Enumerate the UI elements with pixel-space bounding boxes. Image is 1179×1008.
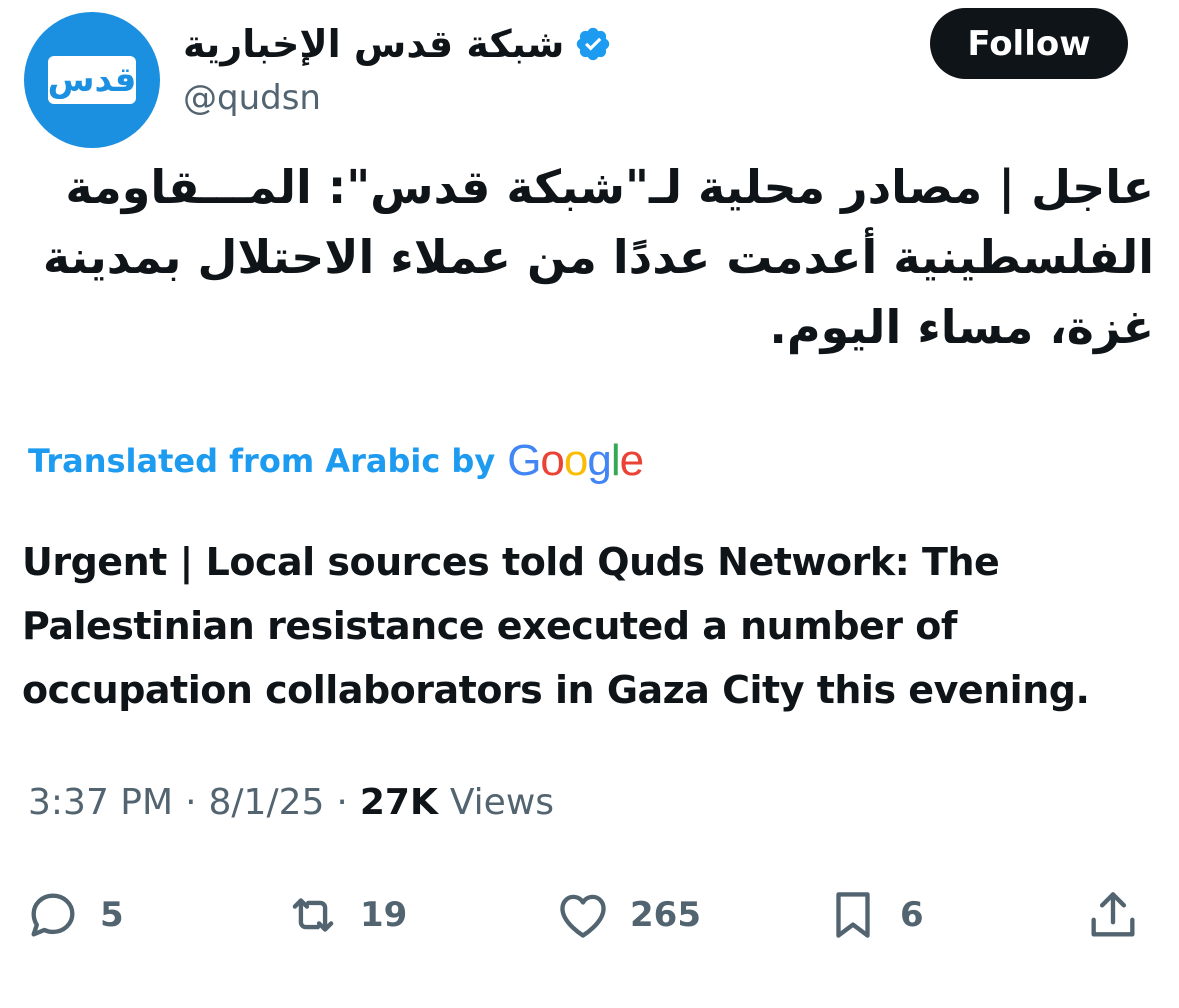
follow-button[interactable]: Follow <box>930 8 1128 79</box>
tweet-date[interactable]: 8/1/25 <box>209 782 325 823</box>
like-icon <box>560 894 606 938</box>
tweet-meta: 3:37 PM · 8/1/25 · 27K Views <box>28 782 554 823</box>
google-logo: Google <box>507 436 645 486</box>
like-button[interactable]: 265 <box>554 880 701 950</box>
google-letter-o1: o <box>540 436 565 485</box>
share-icon <box>1091 892 1135 937</box>
display-name-text[interactable]: شبكة قدس الإخبارية <box>183 22 564 66</box>
like-count: 265 <box>630 895 701 935</box>
tweet-time[interactable]: 3:37 PM <box>28 782 173 823</box>
share-button[interactable] <box>1084 880 1142 950</box>
reply-icon <box>31 893 75 937</box>
action-bar: 5 19 265 6 <box>24 880 1154 950</box>
google-letter-e: e <box>619 436 645 485</box>
bookmark-count: 6 <box>900 895 924 935</box>
verified-badge-icon[interactable] <box>574 25 612 63</box>
reply-button[interactable]: 5 <box>24 880 124 950</box>
translation-attribution[interactable]: Translated from Arabic by Google <box>28 436 645 486</box>
display-name[interactable]: شبكة قدس الإخبارية <box>183 16 612 72</box>
retweet-count: 19 <box>360 895 408 935</box>
google-letter-g: G <box>507 436 541 485</box>
reply-count: 5 <box>100 895 124 935</box>
google-letter-l: l <box>610 436 621 485</box>
account-handle[interactable]: @qudsn <box>183 78 321 118</box>
google-letter-o2: o <box>563 436 589 485</box>
google-letter-g2: g <box>587 436 612 485</box>
bookmark-button[interactable]: 6 <box>824 880 924 950</box>
translated-label: Translated from Arabic by <box>28 442 496 480</box>
avatar-logo: قدس <box>48 56 136 104</box>
tweet-arabic-text: عاجل | مصادر محلية لـ"شبكة قدس": المـــق… <box>42 160 1154 354</box>
meta-separator: · <box>336 782 348 823</box>
views-label: Views <box>449 782 555 823</box>
meta-separator: · <box>185 782 197 823</box>
retweet-button[interactable]: 19 <box>284 880 407 950</box>
bookmark-icon <box>836 892 870 938</box>
retweet-icon <box>292 898 334 932</box>
tweet-english-text: Urgent | Local sources told Quds Network… <box>22 540 1090 712</box>
avatar[interactable]: قدس <box>24 12 160 148</box>
views-count: 27K <box>359 782 438 823</box>
